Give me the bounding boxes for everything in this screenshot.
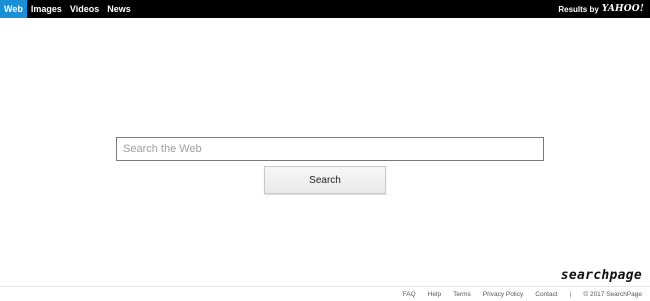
top-nav-bar: Web Images Videos News Results by YAHOO! [0, 0, 650, 18]
footer-link-terms[interactable]: Terms [453, 291, 471, 298]
footer-separator: | [569, 290, 572, 298]
footer-link-faq[interactable]: FAQ [403, 291, 416, 298]
results-by-label: Results by [558, 4, 599, 14]
search-button[interactable]: Search [264, 166, 386, 194]
footer-link-contact[interactable]: Contact [535, 291, 557, 298]
footer-copyright: © 2017 SearchPage [583, 290, 642, 298]
searchpage-logo: searchpage [560, 268, 642, 283]
tab-news[interactable]: News [103, 0, 135, 18]
search-type-tabs: Web Images Videos News [0, 0, 135, 18]
yahoo-logo: YAHOO! [601, 4, 644, 14]
footer: FAQ Help Terms Privacy Policy Contact | … [0, 286, 650, 301]
page: Web Images Videos News Results by YAHOO!… [0, 0, 650, 301]
footer-link-privacy-policy[interactable]: Privacy Policy [483, 291, 523, 298]
tab-web[interactable]: Web [0, 0, 27, 18]
results-by-attribution: Results by YAHOO! [558, 0, 644, 18]
tab-images[interactable]: Images [27, 0, 66, 18]
search-input[interactable] [116, 137, 544, 161]
footer-link-help[interactable]: Help [428, 291, 441, 298]
tab-videos[interactable]: Videos [66, 0, 103, 18]
